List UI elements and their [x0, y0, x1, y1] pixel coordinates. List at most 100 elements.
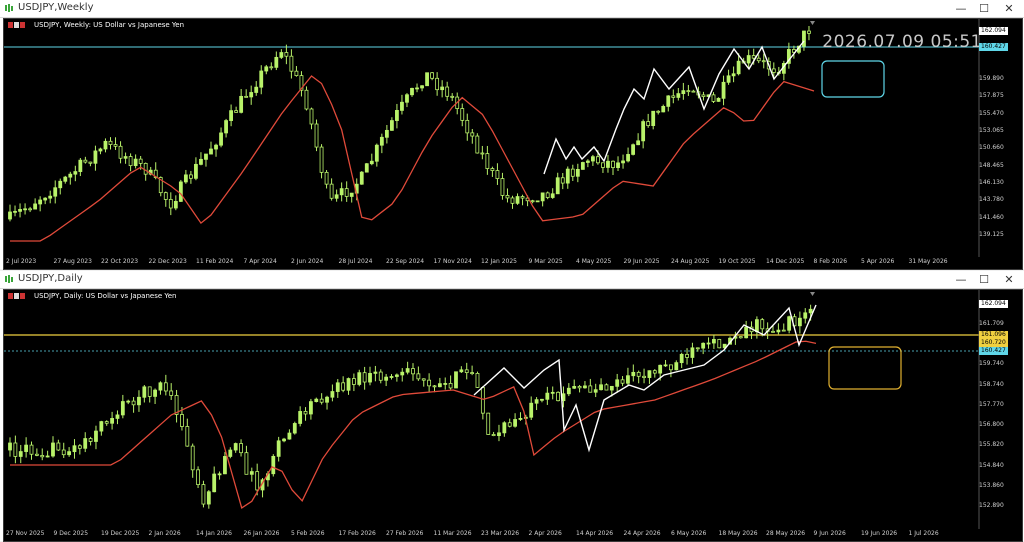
price-tag: 160.427 [979, 43, 1008, 51]
candle-body [756, 57, 761, 62]
symbol-flag-icon [8, 293, 26, 299]
close-button[interactable]: ✕ [998, 0, 1020, 17]
candle-body [620, 379, 625, 384]
candle-body [570, 168, 575, 177]
time-tick-label: 2 Jan 2026 [148, 530, 181, 537]
candle-body [646, 121, 651, 126]
candle-body [550, 193, 555, 198]
price-tick-label: 155.470 [979, 109, 1004, 117]
price-tick-label: 153.065 [979, 127, 1004, 134]
weekly-window-title: USDJPY,Weekly [18, 2, 94, 13]
candle-body [746, 55, 751, 64]
close-button[interactable]: ✕ [998, 271, 1020, 288]
candle-body [384, 376, 389, 381]
candle-body [43, 197, 48, 201]
candle-body [679, 353, 684, 364]
candle-body [384, 129, 389, 138]
time-tick-label: 31 May 2026 [908, 258, 948, 265]
candle-body [500, 178, 505, 196]
daily-candles-svg [4, 290, 980, 529]
daily-chart-window[interactable]: USDJPY,Daily — ☐ ✕ USDJPY, Daily: US Dol… [0, 271, 1024, 542]
minimize-button[interactable]: — [950, 0, 972, 17]
price-tick-label: 159.740 [979, 360, 1004, 368]
candle-body [29, 444, 34, 455]
candle-body [98, 148, 103, 152]
candle-body [255, 471, 260, 491]
time-tick-label: 6 May 2026 [671, 530, 707, 537]
minimize-button[interactable]: — [950, 271, 972, 288]
candle-body [787, 316, 792, 331]
candle-body [797, 317, 802, 327]
projection-box [821, 60, 885, 98]
weekly-chart-area[interactable]: USDJPY, Weekly: US Dollar vs Japanese Ye… [3, 18, 1023, 270]
price-tick-label: 155.820 [979, 441, 1004, 449]
candle-body [73, 171, 78, 175]
candle-body [303, 411, 308, 415]
candle-body [143, 162, 148, 175]
candle-body [642, 375, 646, 378]
candle-body [224, 120, 228, 134]
candle-body [314, 123, 319, 148]
candle-body [309, 108, 314, 125]
candle-body [8, 211, 12, 220]
candle-body [621, 160, 625, 164]
candle-body [701, 94, 706, 97]
candle-body [808, 308, 813, 314]
weekly-chart-window[interactable]: USDJPY,Weekly — ☐ ✕ USDJPY, Weekly: US D… [0, 0, 1024, 270]
candle-body [615, 379, 620, 387]
candle-body [329, 183, 334, 199]
daily-chart-label: USDJPY, Daily: US Dollar vs Japanese Yen [34, 292, 177, 300]
candle-body [430, 72, 435, 79]
candle-body [324, 171, 329, 185]
daily-title-bar[interactable]: USDJPY,Daily — ☐ ✕ [0, 271, 1024, 289]
time-tick-label: 19 Oct 2025 [718, 258, 756, 265]
price-tick-label: 152.890 [979, 502, 1004, 509]
time-tick-label: 23 Mar 2026 [481, 530, 520, 537]
price-tick-label: 161.709 [979, 320, 1004, 327]
price-tag: 162.094 [979, 300, 1008, 308]
candle-body [510, 197, 515, 204]
candle-body [534, 399, 539, 404]
candle-body [626, 154, 630, 162]
daily-chart-area[interactable]: USDJPY, Daily: US Dollar vs Japanese Yen… [3, 289, 1023, 542]
candle-body [67, 451, 72, 456]
candle-body [641, 121, 646, 142]
candles [8, 26, 811, 222]
candle-body [400, 101, 404, 111]
candle-body [717, 339, 722, 349]
time-tick-label: 12 Jan 2025 [481, 258, 517, 265]
candle-body [454, 371, 458, 389]
candle-body [405, 368, 410, 373]
candle-body [440, 86, 445, 91]
candle-body [163, 192, 168, 200]
time-tick-label: 2 Jul 2023 [6, 258, 37, 265]
candle-body [108, 140, 113, 145]
weekly-title-bar[interactable]: USDJPY,Weekly — ☐ ✕ [0, 0, 1024, 18]
time-tick-label: 22 Sep 2024 [386, 258, 425, 265]
candle-body [754, 319, 759, 333]
candle-body [661, 106, 666, 113]
candle-body [771, 330, 775, 333]
candle-body [738, 336, 743, 339]
candle-body [631, 144, 635, 155]
time-tick-label: 9 Mar 2025 [528, 258, 563, 265]
candle-body [651, 110, 656, 126]
maximize-button[interactable]: ☐ [973, 271, 995, 288]
chart-window-icon [5, 4, 13, 12]
candle-body [663, 364, 668, 367]
candle-body [744, 326, 749, 339]
candle-body [631, 371, 636, 377]
candle-body [464, 369, 469, 373]
price-tick-label: 156.800 [979, 421, 1004, 429]
price-tick-label: 139.125 [979, 231, 1004, 238]
candle-body [601, 162, 605, 168]
candle-body [13, 442, 18, 457]
candle-body [88, 161, 93, 164]
candle-body [671, 95, 676, 98]
candle-body [319, 146, 324, 173]
candle-body [485, 153, 490, 169]
candle-body [515, 196, 520, 204]
maximize-button[interactable]: ☐ [973, 0, 995, 17]
candle-body [781, 329, 786, 332]
candle-body [133, 158, 138, 167]
